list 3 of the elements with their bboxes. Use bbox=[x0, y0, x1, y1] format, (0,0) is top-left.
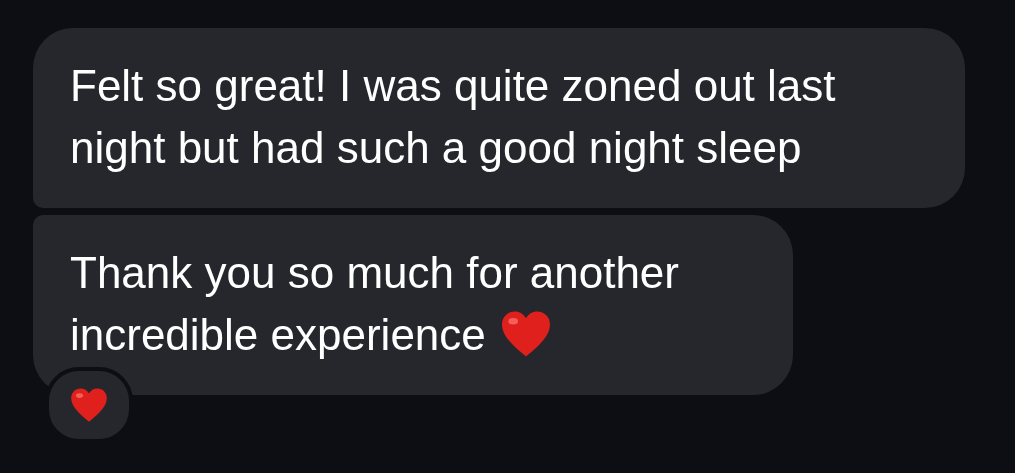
heart-icon bbox=[70, 387, 108, 423]
message-text: Felt so great! I was quite zoned out last night but had such a good night sleep bbox=[70, 61, 836, 172]
message-text: Thank you so much for another incredible experience bbox=[70, 248, 679, 359]
